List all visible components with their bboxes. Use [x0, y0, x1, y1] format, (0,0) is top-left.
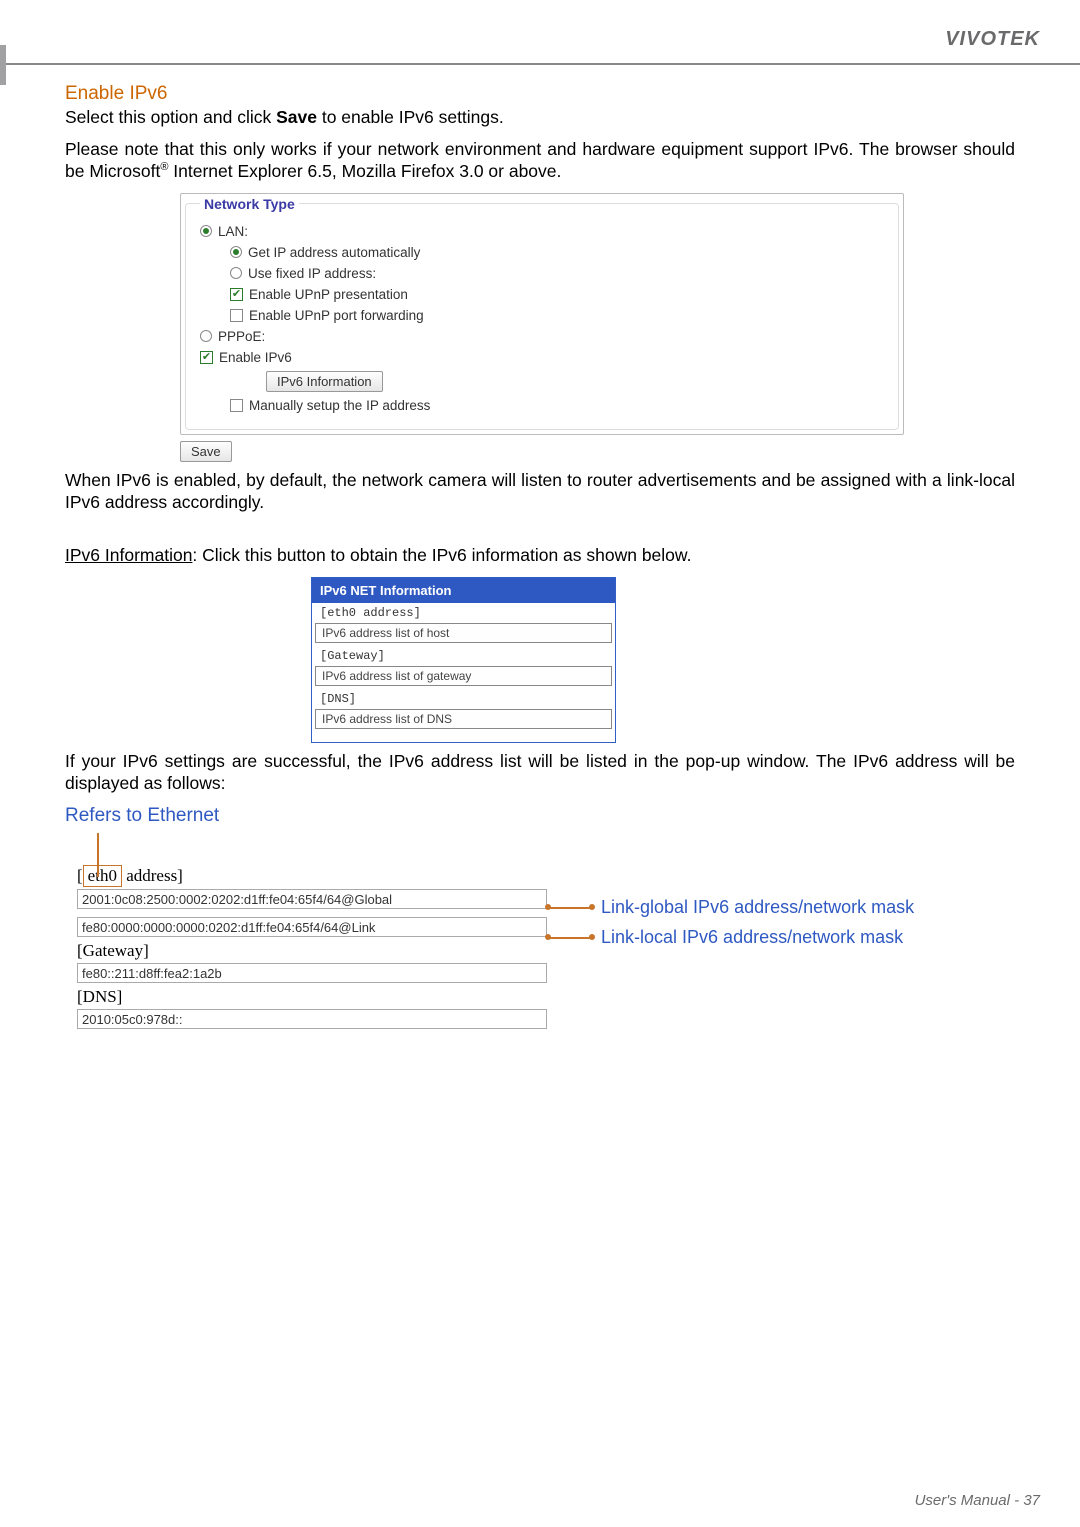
check-upnp-portfwd-label: Enable UPnP port forwarding: [249, 308, 424, 323]
connector-vertical: [97, 833, 99, 877]
check-manual-ip-icon: [230, 399, 243, 412]
radio-fixed-label: Use fixed IP address:: [248, 266, 376, 281]
gateway-address-box: fe80::211:d8ff:fea2:1a2b: [77, 963, 547, 983]
heading-enable-ipv6: Enable IPv6: [65, 83, 1015, 105]
eth0-global-address-box: 2001:0c08:2500:0002:0202:d1ff:fe04:65f4/…: [77, 889, 547, 909]
paragraph-enable-save: Select this option and click Save to ena…: [65, 107, 1015, 129]
content: Enable IPv6 Select this option and click…: [0, 83, 1080, 1135]
connector-node1a: [545, 904, 551, 910]
eth0-link-address-box: fe80:0000:0000:0000:0202:d1ff:fe04:65f4/…: [77, 917, 547, 937]
check-upnp-presentation-icon: [230, 288, 243, 301]
radio-lan-label: LAN:: [218, 224, 248, 239]
text-fragment: Select this option and click: [65, 107, 276, 127]
row-ipv6-info-btn: IPv6 Information: [236, 371, 888, 392]
screenshot-ipv6-net-info: IPv6 NET Information [eth0 address] IPv6…: [311, 577, 616, 743]
paragraph-ipv6-info-intro: IPv6 Information: Click this button to o…: [65, 545, 1015, 567]
radio-pppoe-icon: [200, 330, 212, 342]
option-upnp-presentation[interactable]: Enable UPnP presentation: [200, 287, 888, 302]
text-fragment: to enable IPv6 settings.: [317, 107, 504, 127]
check-upnp-presentation-label: Enable UPnP presentation: [249, 287, 408, 302]
connector-node2b: [589, 934, 595, 940]
header: VIVOTEK: [0, 0, 1080, 51]
page-accent: [0, 45, 6, 85]
popup-titlebar: IPv6 NET Information: [312, 578, 615, 603]
radio-auto-label: Get IP address automatically: [248, 245, 420, 260]
text-fragment: : Click this button to obtain the IPv6 i…: [192, 545, 691, 565]
check-enable-ipv6-icon: [200, 351, 213, 364]
paragraph-browser-note: Please note that this only works if your…: [65, 139, 1015, 183]
footer-label: User's Manual -: [915, 1492, 1024, 1509]
footer-page-number: User's Manual - 37: [915, 1492, 1040, 1509]
fieldset-network-type: Network Type LAN: Get IP address automat…: [185, 196, 899, 430]
annotation-link-local: Link-local IPv6 address/network mask: [601, 927, 903, 948]
popup-dns-label: [DNS]: [312, 689, 615, 709]
dns-address-box: 2010:05c0:978d::: [77, 1009, 547, 1029]
radio-pppoe-label: PPPoE:: [218, 329, 265, 344]
option-pppoe[interactable]: PPPoE:: [200, 329, 888, 344]
header-rule: [0, 63, 1080, 65]
connector-h2: [547, 937, 591, 939]
ipv6-information-button[interactable]: IPv6 Information: [266, 371, 383, 392]
legend-network-type: Network Type: [200, 196, 299, 212]
radio-lan-icon: [200, 225, 212, 237]
radio-fixed-icon: [230, 267, 242, 279]
heading-refers-to-ethernet: Refers to Ethernet: [65, 805, 1015, 827]
popup-spacer: [312, 732, 615, 742]
check-manual-ip-label: Manually setup the IP address: [249, 398, 430, 413]
popup-dns-box: IPv6 address list of DNS: [315, 709, 612, 729]
popup-eth0-label: [eth0 address]: [312, 603, 615, 623]
text-fragment: Internet Explorer 6.5, Mozilla Firefox 3…: [168, 161, 561, 181]
screenshot-network-type: Network Type LAN: Get IP address automat…: [180, 193, 904, 435]
connector-node2a: [545, 934, 551, 940]
dns-label: [DNS]: [77, 987, 547, 1007]
eth0-highlight-box: eth0: [83, 865, 122, 887]
page: VIVOTEK Enable IPv6 Select this option a…: [0, 0, 1080, 1527]
text-fragment: address]: [122, 866, 183, 885]
bold-save: Save: [276, 107, 317, 127]
option-fixed-ip[interactable]: Use fixed IP address:: [200, 266, 888, 281]
check-enable-ipv6-label: Enable IPv6: [219, 350, 292, 365]
radio-auto-icon: [230, 246, 242, 258]
popup-eth0-box: IPv6 address list of host: [315, 623, 612, 643]
popup-gateway-box: IPv6 address list of gateway: [315, 666, 612, 686]
popup-gateway-label: [Gateway]: [312, 646, 615, 666]
eth0-address-label: [eth0 address]: [77, 865, 547, 887]
gateway-label: [Gateway]: [77, 941, 547, 961]
brand-label: VIVOTEK: [945, 28, 1040, 51]
option-upnp-portfwd[interactable]: Enable UPnP port forwarding: [200, 308, 888, 323]
paragraph-ipv6-success: If your IPv6 settings are successful, th…: [65, 751, 1015, 795]
option-auto-ip[interactable]: Get IP address automatically: [200, 245, 888, 260]
option-lan[interactable]: LAN:: [200, 224, 888, 239]
ethernet-annotation-area: Refers to Ethernet [eth0 address] 2001:0…: [65, 805, 1015, 1135]
option-manual-ip[interactable]: Manually setup the IP address: [200, 398, 888, 413]
option-enable-ipv6[interactable]: Enable IPv6: [200, 350, 888, 365]
underline-ipv6-info: IPv6 Information: [65, 545, 192, 565]
footer-number: 37: [1023, 1492, 1040, 1509]
save-button[interactable]: Save: [180, 441, 232, 462]
ethernet-table: [eth0 address] 2001:0c08:2500:0002:0202:…: [77, 865, 547, 1029]
connector-h1: [547, 907, 591, 909]
paragraph-ipv6-default: When IPv6 is enabled, by default, the ne…: [65, 470, 1015, 514]
save-button-wrap: Save: [180, 441, 1015, 462]
connector-node1b: [589, 904, 595, 910]
annotation-link-global: Link-global IPv6 address/network mask: [601, 897, 914, 918]
check-upnp-portfwd-icon: [230, 309, 243, 322]
